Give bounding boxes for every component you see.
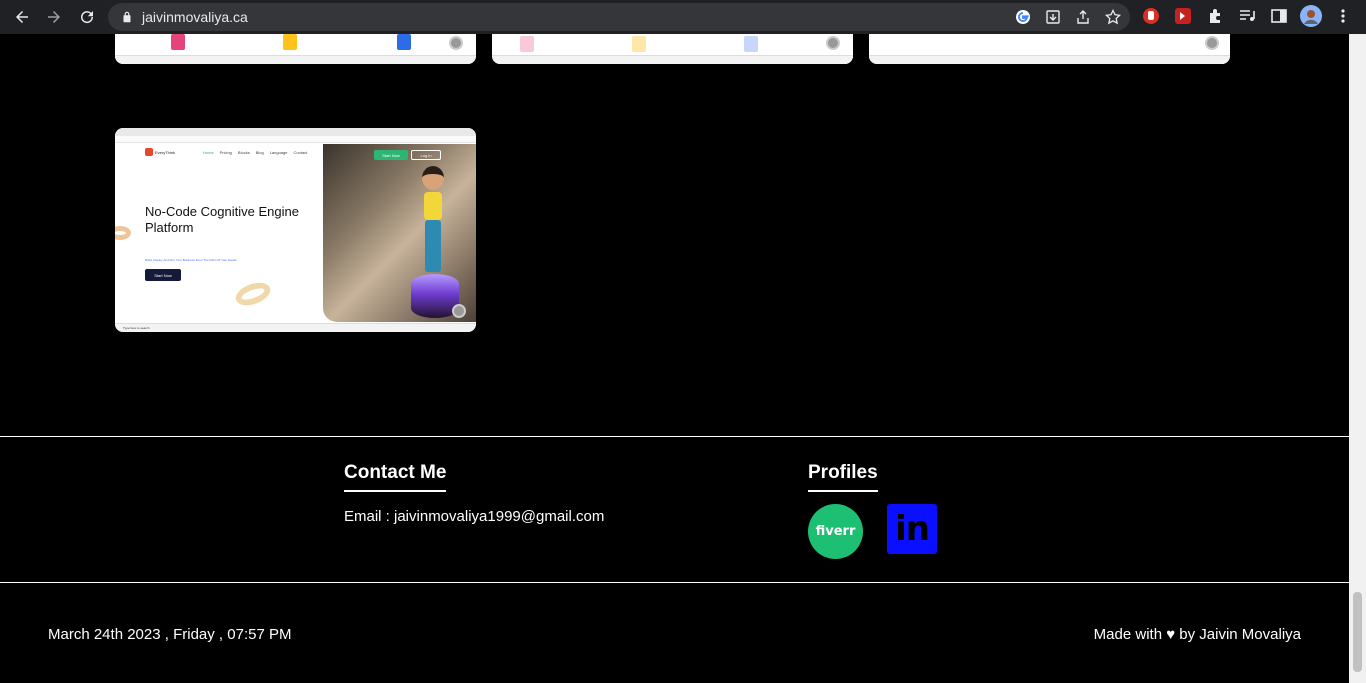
logo-text: EveryThink [155, 149, 176, 155]
current-datetime: March 24th 2023 , Friday , 07:57 PM [48, 626, 292, 643]
nav-link: Home [203, 150, 214, 155]
showcase-headline: No-Code Cognitive Engine Platform [145, 204, 299, 235]
settings-gear-icon [449, 36, 463, 50]
fiverr-label: fiverr [815, 524, 856, 539]
settings-gear-icon [1205, 36, 1219, 50]
start-now-button: Start Now [145, 269, 181, 281]
project-thumbnail-everythink[interactable]: EveryThink Home Pricing Blocks Blog Lang… [115, 128, 476, 332]
project-thumbnail[interactable] [869, 34, 1230, 64]
side-panel-icon[interactable] [1268, 5, 1290, 27]
made-with-credit: Made with ♥ by Jaivin Movaliya [1093, 626, 1301, 643]
project-thumbnail[interactable] [115, 34, 476, 64]
extension-red-hand-icon[interactable] [1140, 5, 1162, 27]
extension-red-play-icon[interactable] [1172, 5, 1194, 27]
extensions-puzzle-icon[interactable] [1204, 5, 1226, 27]
site-logo: EveryThink [145, 148, 175, 156]
scrollbar-thumb[interactable] [1353, 592, 1362, 672]
contact-heading: Contact Me [344, 462, 447, 492]
log-in-button: Log In [411, 150, 441, 160]
share-icon[interactable] [1074, 8, 1092, 26]
forward-icon[interactable] [42, 5, 66, 29]
vertical-scrollbar[interactable] [1349, 34, 1366, 683]
footer-divider-bottom [0, 582, 1349, 583]
media-queue-icon[interactable] [1236, 5, 1258, 27]
back-icon[interactable] [10, 5, 34, 29]
install-icon[interactable] [1044, 8, 1062, 26]
yellow-tile-icon [283, 34, 297, 50]
profiles-heading: Profiles [808, 462, 878, 492]
pink-tile-icon [171, 34, 185, 50]
taskbar [869, 55, 1230, 64]
avatar-figure-body [424, 192, 442, 220]
google-icon[interactable] [1014, 8, 1032, 26]
taskbar: Type here to search [115, 323, 476, 332]
nav-link: Blocks [237, 150, 250, 155]
nav-link: Contact [293, 150, 308, 155]
browser-tabs-strip [115, 128, 476, 136]
lock-icon [123, 11, 131, 23]
site-nav: Home Pricing Blocks Blog Language Contac… [203, 150, 307, 155]
logo-mark-icon [145, 148, 153, 156]
avatar-figure-legs [425, 220, 441, 272]
taskbar [115, 55, 476, 64]
pink-tile-icon [520, 36, 534, 52]
profile-avatar[interactable] [1300, 5, 1322, 27]
page-content: EveryThink Home Pricing Blocks Blog Lang… [0, 34, 1349, 683]
bookmark-star-icon[interactable] [1104, 8, 1122, 26]
linkedin-icon[interactable]: in [887, 504, 937, 554]
yellow-tile-icon [632, 36, 646, 52]
nav-link: Pricing [219, 150, 232, 155]
blue-tile-icon [744, 36, 758, 52]
footer-divider-top [0, 436, 1349, 437]
taskbar-search: Type here to search [123, 326, 150, 330]
browser-toolbar: jaivinmovaliya.ca [0, 0, 1366, 34]
heading-underline [808, 490, 878, 492]
blue-tile-icon [397, 34, 411, 50]
profiles-heading-text: Profiles [808, 462, 878, 483]
menu-kebab-icon[interactable] [1332, 5, 1354, 27]
taskbar [492, 55, 853, 64]
decorative-ring-icon [115, 226, 131, 240]
nav-link: Language [269, 150, 288, 155]
settings-gear-icon [826, 36, 840, 50]
url-text: jaivinmovaliya.ca [142, 9, 248, 25]
avatar-figure-head [422, 166, 444, 190]
browser-address-strip [115, 136, 476, 143]
contact-heading-text: Contact Me [344, 462, 447, 483]
contact-email[interactable]: Email : jaivinmovaliya1999@gmail.com [344, 508, 604, 525]
reload-icon[interactable] [75, 5, 99, 29]
nav-link: Blog [255, 150, 264, 155]
linkedin-label: in [895, 509, 930, 549]
settings-gear-icon [452, 304, 466, 318]
start-now-top-button: Start Now [374, 150, 408, 160]
fiverr-icon[interactable]: fiverr [808, 504, 863, 559]
project-thumbnail[interactable] [492, 34, 853, 64]
showcase-subtitle: Build, Deploy And Run Your Business From… [145, 258, 237, 262]
address-bar[interactable]: jaivinmovaliya.ca [108, 3, 1130, 31]
heading-underline [344, 490, 447, 492]
decorative-ring-icon [232, 278, 274, 310]
